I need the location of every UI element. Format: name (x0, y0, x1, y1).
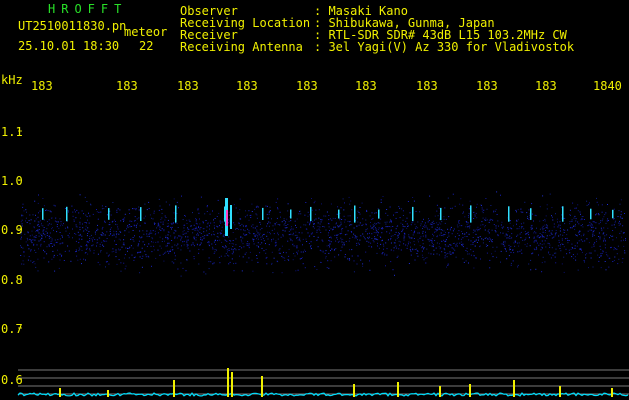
meteor-echo (354, 205, 356, 223)
meteor-count: 22 (139, 39, 154, 53)
y-tick: 0.8 (1, 273, 23, 287)
meteor-echo (562, 206, 564, 222)
time-tick: 183 (355, 79, 377, 93)
meteor-echo (262, 207, 264, 220)
meteor-echo (440, 207, 442, 221)
meteor-echo (108, 208, 110, 220)
time-tick: 183 (236, 79, 258, 93)
meteor-echo (310, 206, 312, 221)
app-logo: HROFFT (48, 2, 128, 16)
file-name: UT2510011830.pn (18, 19, 127, 33)
meteor-echo (66, 206, 68, 222)
meteor-label: meteor (124, 25, 168, 39)
time-tick: 183 (31, 79, 53, 93)
time-tick: 183 (416, 79, 438, 93)
noise-band (20, 191, 626, 277)
spectrogram-plot (17, 130, 629, 397)
meteor-echo (290, 209, 292, 219)
antenna-label: Receiving Antenna (180, 40, 303, 54)
time-tick: 183 (116, 79, 138, 93)
y-tick: 0.9 (1, 223, 23, 237)
time-tick: 1840 (593, 79, 622, 93)
meteor-echo (508, 206, 510, 222)
meteor-echo (226, 210, 228, 226)
y-tick: 1.1 (1, 125, 23, 139)
date-time: 25.10.01 18:30 (18, 39, 120, 53)
y-tick: 1.0 (1, 174, 23, 188)
meteor-echo (412, 206, 414, 221)
y-axis-unit: kHz (1, 73, 23, 87)
meteor-echo (175, 205, 177, 223)
meteor-echo (42, 208, 44, 220)
time-tick: 183 (535, 79, 557, 93)
signal-trace (17, 368, 629, 397)
y-tick: 0.7 (1, 322, 23, 336)
meteor-echo (470, 205, 472, 223)
y-tick: 0.6 (1, 373, 23, 387)
time-tick: 183 (177, 79, 199, 93)
antenna-value: : 3el Yagi(V) Az 330 for Vladivostok (314, 40, 575, 54)
meteor-echo (590, 208, 592, 220)
time-tick: 183 (296, 79, 318, 93)
meteor-echo (140, 207, 142, 221)
gridlines (18, 130, 629, 395)
meteor-echo (530, 208, 532, 220)
meteor-echo (612, 209, 614, 219)
meteor-echo (378, 209, 380, 219)
time-tick: 183 (476, 79, 498, 93)
meteor-echo (230, 205, 232, 229)
meteor-echo (338, 209, 340, 219)
